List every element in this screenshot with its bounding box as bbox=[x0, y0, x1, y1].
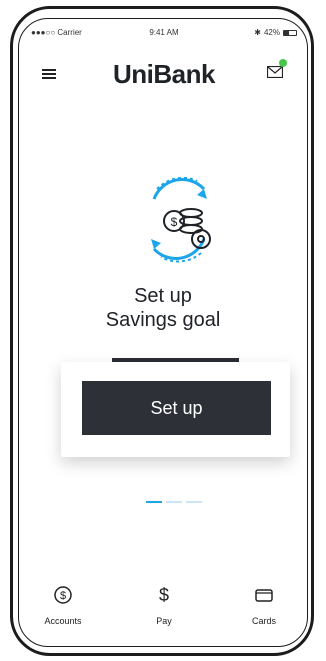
device-stage: ●●●○○ Carrier 9:41 AM ✱ 42% UniBank $ Se… bbox=[0, 0, 326, 661]
page-title: Set up Savings goal bbox=[19, 284, 307, 332]
status-bar: ●●●○○ Carrier 9:41 AM ✱ 42% bbox=[19, 19, 307, 39]
nav-accounts[interactable]: $ Accounts bbox=[19, 584, 108, 626]
savings-goal-icon: $ bbox=[151, 176, 211, 263]
nav-label-accounts: Accounts bbox=[44, 616, 82, 626]
bluetooth-icon: ✱ bbox=[254, 28, 261, 37]
bottom-navigation: $ Accounts $ Pay Cards bbox=[19, 584, 307, 644]
screen: ●●●○○ Carrier 9:41 AM ✱ 42% UniBank $ Se… bbox=[18, 18, 308, 647]
page-dot bbox=[166, 501, 182, 503]
nav-cards[interactable]: Cards bbox=[219, 584, 307, 626]
battery-icon bbox=[283, 29, 297, 36]
page-dot-active bbox=[146, 501, 162, 503]
nav-label-pay: Pay bbox=[156, 616, 172, 626]
page-dot bbox=[186, 501, 202, 503]
nav-pay[interactable]: $ Pay bbox=[119, 584, 209, 626]
notification-dot bbox=[279, 59, 287, 67]
svg-text:$: $ bbox=[60, 590, 66, 602]
app-logo: UniBank bbox=[113, 59, 215, 89]
app-header: UniBank bbox=[19, 51, 307, 91]
setup-button[interactable]: Set up bbox=[82, 381, 271, 435]
status-right: ✱ 42% bbox=[254, 28, 297, 37]
page-indicator bbox=[146, 501, 202, 503]
dollar-circle-icon: $ bbox=[54, 586, 72, 604]
battery-percent: 42% bbox=[263, 28, 280, 37]
dollar-sign-icon: $ bbox=[159, 585, 169, 605]
title-line-2: Savings goal bbox=[105, 309, 221, 331]
nav-label-cards: Cards bbox=[251, 616, 276, 626]
card-icon bbox=[255, 589, 273, 602]
mail-icon[interactable] bbox=[267, 66, 283, 78]
title-line-1: Set up bbox=[134, 285, 192, 307]
svg-text:$: $ bbox=[171, 215, 178, 229]
svg-text:$: $ bbox=[159, 585, 169, 605]
